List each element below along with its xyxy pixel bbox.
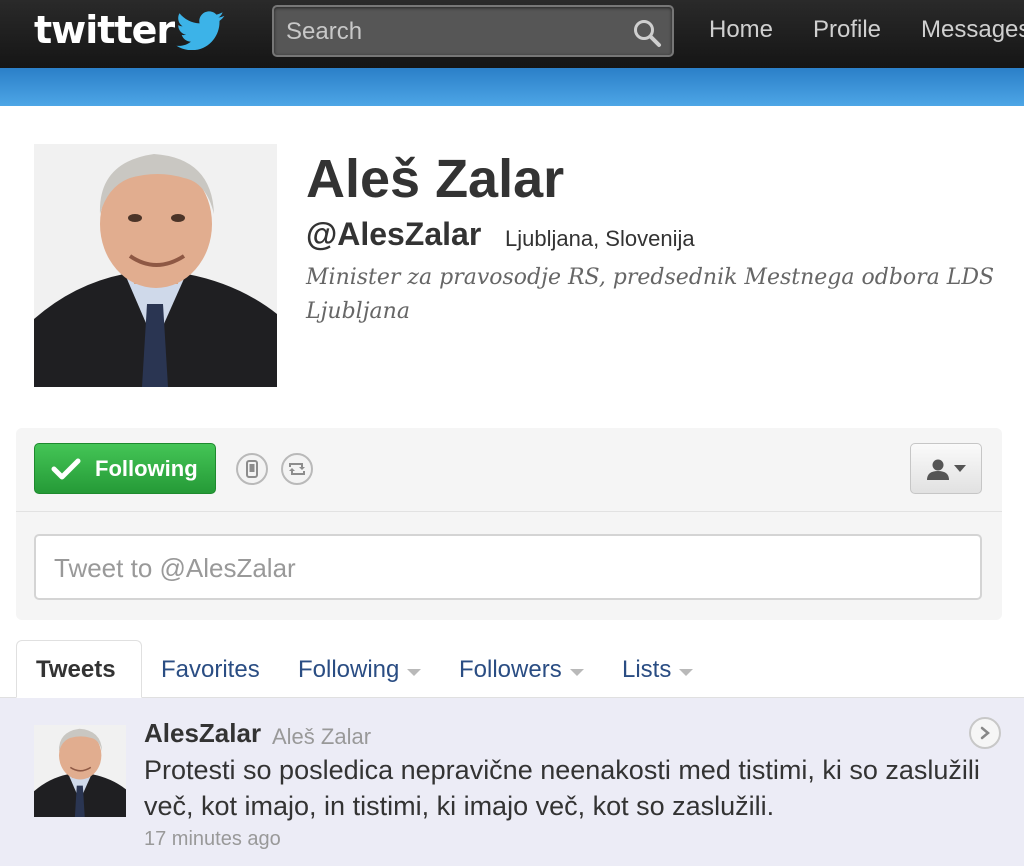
profile-bio: Minister za pravosodje RS, predsednik Me… bbox=[306, 265, 995, 324]
search-box[interactable] bbox=[272, 5, 674, 57]
tab-favorites[interactable]: Favorites bbox=[161, 656, 260, 684]
bird-icon bbox=[176, 11, 225, 50]
profile-avatar[interactable] bbox=[34, 144, 277, 387]
tweet-timestamp[interactable]: 17 minutes ago bbox=[144, 828, 281, 851]
chevron-down-icon bbox=[407, 668, 422, 676]
tweet-to-input[interactable] bbox=[54, 552, 954, 584]
tab-lists[interactable]: Lists bbox=[622, 656, 694, 684]
search-icon[interactable] bbox=[632, 18, 662, 48]
nav-messages[interactable]: Messages bbox=[921, 16, 1024, 44]
retweets-toggle-button[interactable] bbox=[281, 453, 313, 485]
twitter-logo[interactable]: twitter bbox=[34, 10, 226, 50]
chevron-down-icon bbox=[954, 464, 966, 472]
profile-name: Aleš Zalar bbox=[306, 149, 565, 209]
avatar-portrait bbox=[34, 725, 126, 817]
tab-following-label: Following bbox=[298, 656, 400, 683]
tab-tweets[interactable]: Tweets bbox=[36, 656, 116, 684]
person-icon bbox=[927, 459, 949, 480]
profile-handle[interactable]: @AlesZalar bbox=[306, 216, 481, 253]
tab-following[interactable]: Following bbox=[298, 656, 422, 684]
tweet-fullname[interactable]: Aleš Zalar bbox=[272, 724, 371, 750]
tweet-expand-button[interactable] bbox=[969, 717, 1001, 749]
following-button-label: Following bbox=[95, 455, 198, 481]
header-background bbox=[0, 68, 1024, 106]
nav-profile[interactable]: Profile bbox=[813, 16, 881, 44]
profile-location: Ljubljana, Slovenija bbox=[505, 226, 695, 251]
device-updates-button[interactable] bbox=[236, 453, 268, 485]
logo-text: twitter bbox=[34, 8, 175, 52]
panel-divider bbox=[16, 511, 1002, 512]
chevron-right-icon bbox=[980, 726, 990, 740]
tweet-to-box[interactable] bbox=[34, 534, 982, 600]
phone-icon bbox=[246, 460, 258, 478]
tweet-text: Protesti so posledica nepravične neenako… bbox=[144, 755, 980, 821]
chevron-down-icon bbox=[569, 668, 584, 676]
top-bar: twitter Home Profile Messages bbox=[0, 0, 1024, 68]
tab-lists-label: Lists bbox=[622, 656, 672, 683]
tweet-username[interactable]: AlesZalar bbox=[144, 718, 261, 749]
user-actions-dropdown[interactable] bbox=[910, 443, 982, 494]
nav-home[interactable]: Home bbox=[709, 16, 773, 44]
avatar-portrait bbox=[34, 144, 277, 387]
retweet-icon bbox=[289, 463, 305, 475]
following-button[interactable]: Following bbox=[34, 443, 216, 494]
search-input[interactable] bbox=[286, 17, 616, 47]
checkmark-icon bbox=[51, 458, 81, 479]
chevron-down-icon bbox=[679, 668, 694, 676]
tab-followers-label: Followers bbox=[459, 656, 562, 683]
tweet-avatar[interactable] bbox=[34, 725, 126, 817]
tab-followers[interactable]: Followers bbox=[459, 656, 584, 684]
